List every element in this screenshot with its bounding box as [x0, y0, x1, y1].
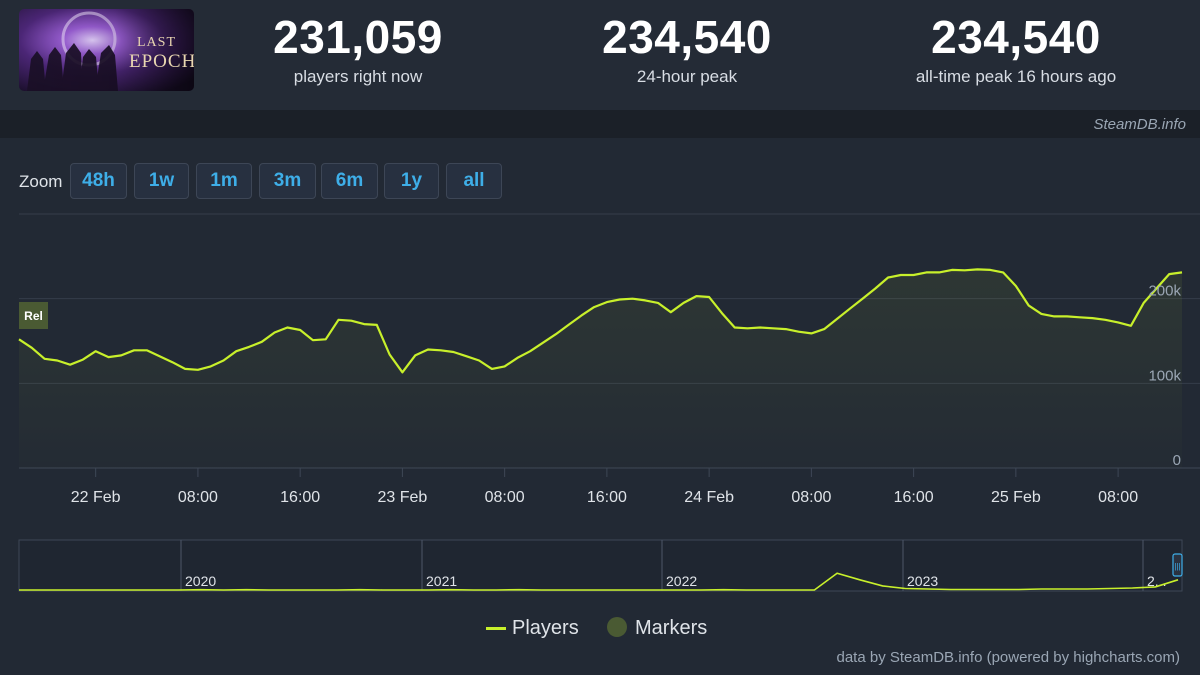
chart-legend: Players Markers: [0, 614, 1200, 642]
x-tick-label: 08:00: [485, 489, 525, 506]
highcharts-credit[interactable]: data by SteamDB.info (powered by highcha…: [837, 649, 1181, 666]
x-tick-label: 08:00: [178, 489, 218, 506]
x-tick-label: 16:00: [280, 489, 320, 506]
x-tick-label: 16:00: [587, 489, 627, 506]
x-tick-label: 16:00: [894, 489, 934, 506]
navigator-year-label: 2021: [426, 573, 457, 589]
navigator-handle-grip: |||: [1174, 562, 1180, 571]
legend-dot-swatch: [607, 617, 627, 637]
legend-label: Markers: [635, 617, 708, 639]
legend-label: Players: [512, 617, 579, 639]
legend-item-markers[interactable]: Markers: [607, 614, 707, 642]
navigator-year-label: 2023: [907, 573, 938, 589]
y-tick-label: 0: [1173, 452, 1181, 469]
x-tick-label: 08:00: [1098, 489, 1138, 506]
x-tick-label: 24 Feb: [684, 489, 734, 506]
player-count-chart[interactable]: 22 Feb 08:00 16:00 23 Feb 08:00 16:00 24 Feb 08…: [0, 0, 1200, 675]
x-tick-label: 25 Feb: [991, 489, 1041, 506]
release-marker-label: Rel: [24, 309, 43, 323]
y-tick-label: 100k: [1148, 367, 1181, 384]
navigator-year-label: 2020: [185, 573, 216, 589]
x-tick-label: 22 Feb: [71, 489, 121, 506]
x-tick-label: 08:00: [791, 489, 831, 506]
navigator-year-label: 2022: [666, 573, 697, 589]
legend-item-players[interactable]: Players: [486, 614, 579, 642]
x-tick-label: 23 Feb: [378, 489, 428, 506]
y-tick-label: 200k: [1148, 283, 1181, 300]
legend-line-swatch: [486, 627, 506, 630]
